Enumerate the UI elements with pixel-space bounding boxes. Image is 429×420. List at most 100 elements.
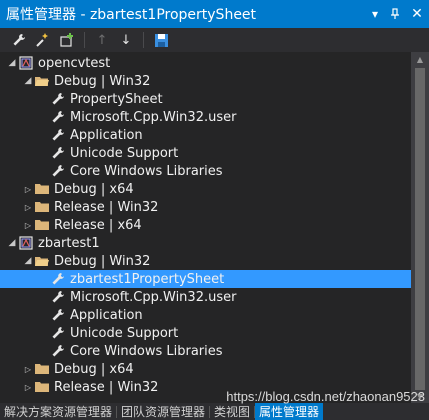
expand-arrow-icon[interactable]: ◢	[22, 252, 34, 270]
tree-item-label: Unicode Support	[70, 325, 179, 341]
collapse-arrow-icon[interactable]: ▷	[22, 216, 34, 234]
property-sheet-item[interactable]: Microsoft.Cpp.Win32.user	[0, 288, 411, 306]
tab-1[interactable]: 团队资源管理器	[117, 403, 209, 420]
folder-open-icon	[34, 73, 50, 89]
property-tree: ◢ opencvtest ◢ Debug | Win32 PropertySheet Mi…	[0, 52, 411, 403]
tree-item-label: Debug | Win32	[54, 73, 151, 89]
tab-0[interactable]: 解决方案资源管理器	[0, 403, 116, 420]
folder-icon	[34, 379, 50, 395]
save-icon	[154, 33, 168, 47]
project-icon	[18, 55, 34, 71]
tree-item-label: Core Windows Libraries	[70, 163, 223, 179]
folder-open-icon	[34, 253, 50, 269]
tree-item-label: Debug | x64	[54, 181, 134, 197]
tree-item-label: Unicode Support	[70, 145, 179, 161]
watermark-text: https://blog.csdn.net/zhaonan9523	[226, 389, 425, 404]
window-position-dropdown-button[interactable]: ▾	[365, 0, 385, 28]
wrench-icon	[50, 325, 66, 341]
wrench-icon	[50, 163, 66, 179]
pin-icon	[391, 8, 399, 19]
tree-item-label: Release | Win32	[54, 199, 159, 215]
move-down-button[interactable]: ↓	[117, 31, 135, 49]
move-up-button[interactable]: ↑	[93, 31, 111, 49]
project-node[interactable]: ◢ zbartest1	[0, 234, 411, 252]
tab-2[interactable]: 类视图	[210, 403, 254, 420]
toolbar-separator	[84, 32, 85, 48]
configuration-node[interactable]: ▷ Debug | x64	[0, 180, 411, 198]
wrench-icon	[13, 34, 25, 46]
add-existing-property-sheet-button[interactable]	[58, 31, 76, 49]
configuration-node[interactable]: ▷ Debug | x64	[0, 360, 411, 378]
tree-item-label: PropertySheet	[70, 91, 163, 107]
property-sheet-item[interactable]: Unicode Support	[0, 144, 411, 162]
property-manager-toolbar: ↑ ↓	[0, 28, 429, 52]
folder-icon	[34, 181, 50, 197]
tree-item-label: Debug | Win32	[54, 253, 151, 269]
project-icon	[18, 235, 34, 251]
properties-button[interactable]	[10, 31, 28, 49]
folder-icon	[34, 217, 50, 233]
property-sheet-item[interactable]: Unicode Support	[0, 324, 411, 342]
configuration-node[interactable]: ◢ Debug | Win32	[0, 252, 411, 270]
wrench-icon	[50, 343, 66, 359]
expand-arrow-icon[interactable]: ◢	[6, 234, 18, 252]
bottom-tab-strip: 解决方案资源管理器 团队资源管理器 类视图 属性管理器	[0, 403, 429, 420]
vertical-scrollbar[interactable]: ▲ ▼	[411, 52, 429, 403]
new-sheet-icon	[36, 33, 48, 47]
property-sheet-item[interactable]: Microsoft.Cpp.Win32.user	[0, 108, 411, 126]
collapse-arrow-icon[interactable]: ▷	[22, 360, 34, 378]
tree-item-label: Debug | x64	[54, 361, 134, 377]
tree-item-label: opencvtest	[38, 55, 111, 71]
configuration-node[interactable]: ▷ Release | Win32	[0, 198, 411, 216]
save-button[interactable]	[152, 31, 170, 49]
wrench-icon	[50, 127, 66, 143]
property-sheet-item[interactable]: zbartest1PropertySheet	[0, 270, 411, 288]
tree-item-label: Application	[70, 307, 143, 323]
property-sheet-item[interactable]: Core Windows Libraries	[0, 162, 411, 180]
collapse-arrow-icon[interactable]: ▷	[22, 198, 34, 216]
tree-item-label: Release | Win32	[54, 379, 159, 395]
close-button[interactable]: ✕	[405, 0, 429, 28]
wrench-icon	[50, 91, 66, 107]
wrench-icon	[50, 145, 66, 161]
panel-title-bar: 属性管理器 - zbartest1PropertySheet ▾ ✕	[0, 0, 429, 28]
add-new-property-sheet-button[interactable]	[34, 31, 52, 49]
expand-arrow-icon[interactable]: ◢	[22, 72, 34, 90]
configuration-node[interactable]: ◢ Debug | Win32	[0, 72, 411, 90]
expand-arrow-icon[interactable]: ◢	[6, 54, 18, 72]
wrench-icon	[50, 271, 66, 287]
folder-icon	[34, 361, 50, 377]
scroll-up-icon[interactable]: ▲	[411, 52, 429, 66]
project-node[interactable]: ◢ opencvtest	[0, 54, 411, 72]
folder-icon	[34, 199, 50, 215]
tree-item-label: Microsoft.Cpp.Win32.user	[70, 109, 237, 125]
auto-hide-pin-button[interactable]	[385, 0, 405, 28]
add-existing-icon	[60, 33, 73, 47]
tree-item-label: Core Windows Libraries	[70, 343, 223, 359]
tree-item-label: zbartest1PropertySheet	[70, 271, 225, 287]
wrench-icon	[50, 289, 66, 305]
tree-item-label: Microsoft.Cpp.Win32.user	[70, 289, 237, 305]
property-sheet-item[interactable]: PropertySheet	[0, 90, 411, 108]
scrollbar-thumb[interactable]	[415, 68, 425, 390]
property-sheet-item[interactable]: Application	[0, 126, 411, 144]
tree-item-label: zbartest1	[38, 235, 100, 251]
arrow-down-icon: ↓	[120, 32, 132, 48]
collapse-arrow-icon[interactable]: ▷	[22, 180, 34, 198]
property-sheet-item[interactable]: Application	[0, 306, 411, 324]
tree-item-label: Application	[70, 127, 143, 143]
configuration-node[interactable]: ▷ Release | x64	[0, 216, 411, 234]
tab-3[interactable]: 属性管理器	[255, 403, 324, 420]
panel-title: 属性管理器 - zbartest1PropertySheet	[6, 7, 257, 23]
collapse-arrow-icon[interactable]: ▷	[22, 378, 34, 396]
arrow-up-icon: ↑	[96, 32, 108, 48]
tree-item-label: Release | x64	[54, 217, 142, 233]
property-sheet-item[interactable]: Core Windows Libraries	[0, 342, 411, 360]
